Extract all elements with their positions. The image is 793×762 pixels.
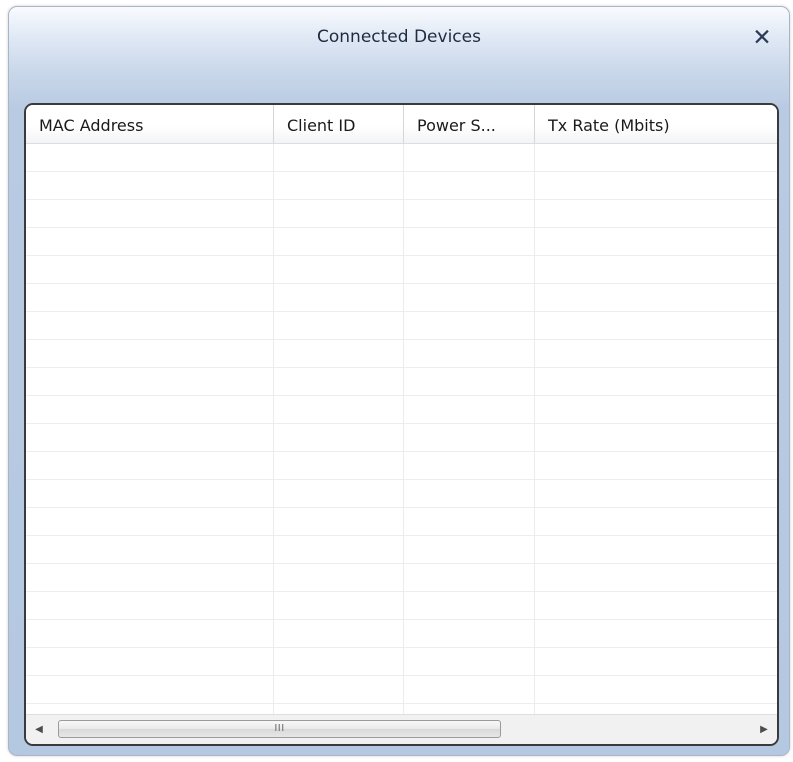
scroll-left-arrow-icon[interactable]: ◀ <box>26 715 52 744</box>
column-header-client-id[interactable]: Client ID <box>274 105 404 143</box>
window-title: Connected Devices <box>317 27 481 47</box>
column-header-mac-address[interactable]: MAC Address <box>26 105 274 143</box>
scroll-right-arrow-icon[interactable]: ▶ <box>751 715 777 744</box>
column-divider <box>534 144 535 715</box>
scrollbar-thumb[interactable]: III <box>58 720 501 738</box>
column-divider <box>273 144 274 715</box>
close-icon: ✕ <box>752 25 772 51</box>
close-button[interactable]: ✕ <box>749 25 775 51</box>
column-header-power-save[interactable]: Power S... <box>404 105 535 143</box>
column-header-tx-rate[interactable]: Tx Rate (Mbits) <box>535 105 777 143</box>
connected-devices-window: Connected Devices ✕ MAC Address Client I… <box>8 6 790 756</box>
horizontal-scrollbar[interactable]: ◀ III ▶ <box>26 714 777 744</box>
devices-table: MAC Address Client ID Power S... Tx Rate… <box>26 105 777 715</box>
column-divider <box>403 144 404 715</box>
table-header-row: MAC Address Client ID Power S... Tx Rate… <box>26 105 777 144</box>
devices-list-panel: MAC Address Client ID Power S... Tx Rate… <box>24 103 779 746</box>
scrollbar-grip-icon: III <box>274 723 285 734</box>
table-body <box>26 144 777 715</box>
